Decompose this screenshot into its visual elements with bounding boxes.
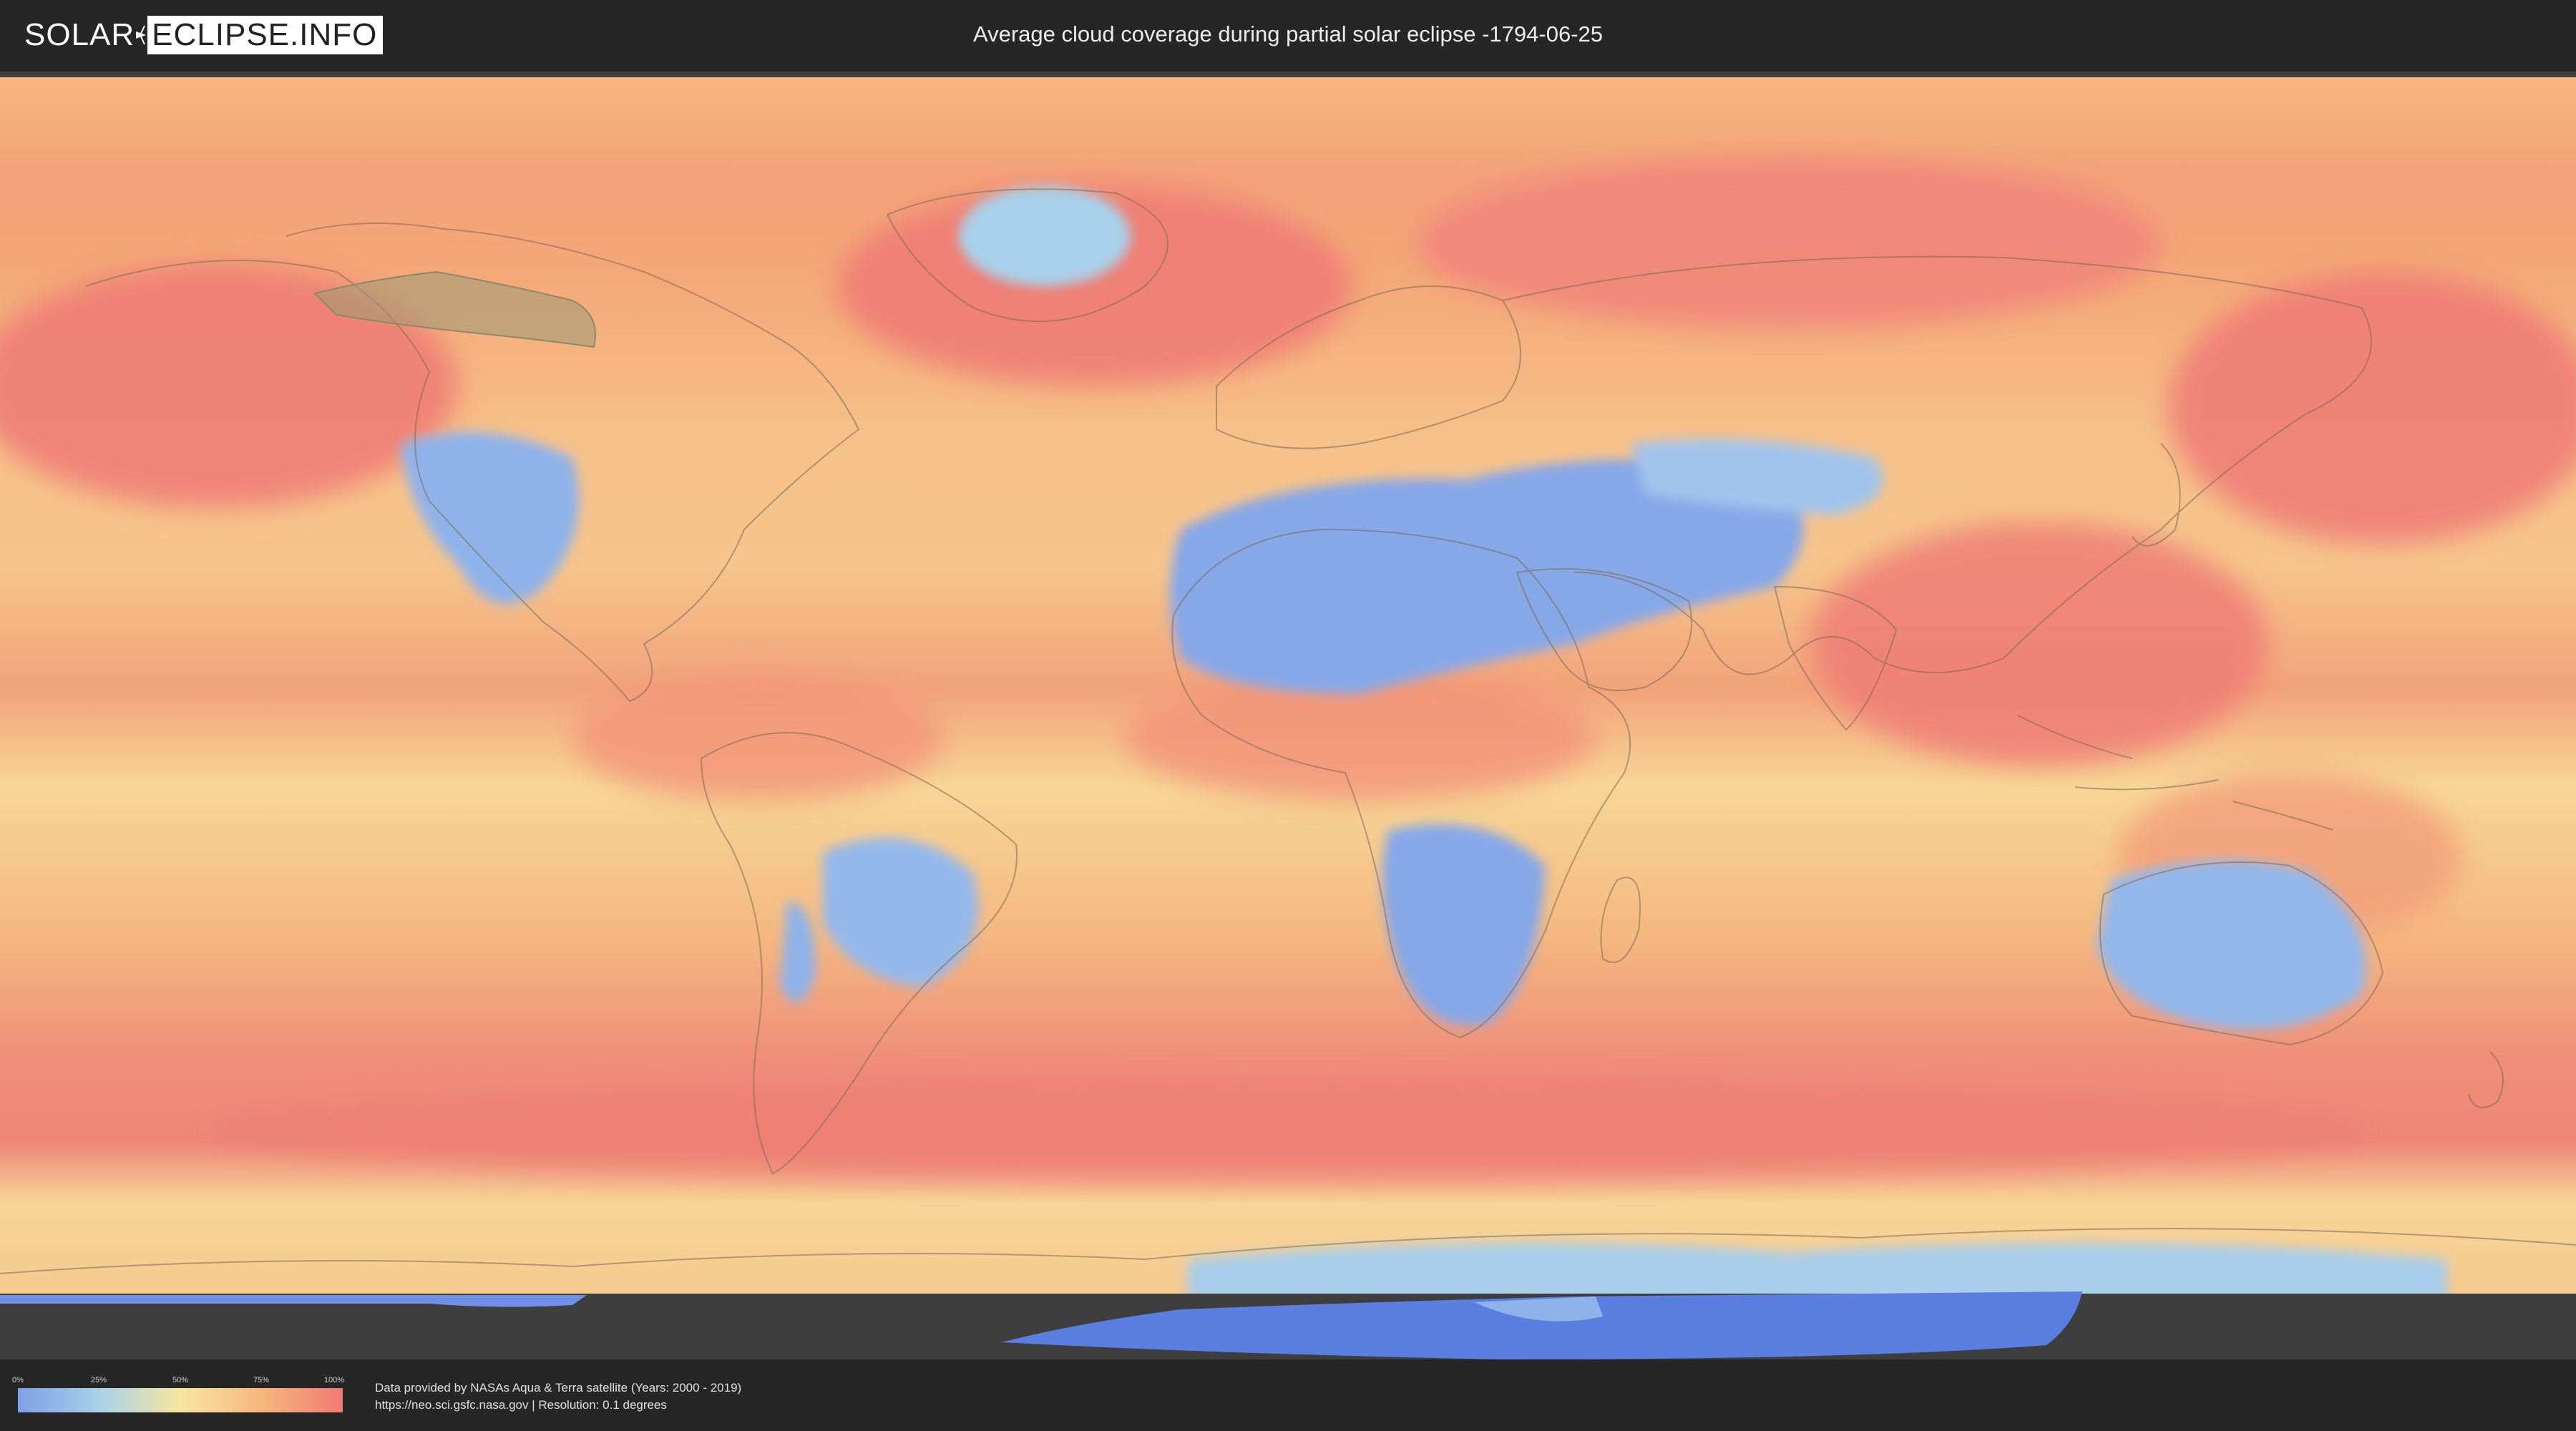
header-bar: SOLAR ECLIPSE.INFO Average cloud coverag… xyxy=(0,0,2576,72)
legend-tick: 100% xyxy=(323,1376,345,1384)
data-credits: Data provided by NASAs Aqua & Terra sate… xyxy=(375,1379,741,1414)
footer-bar: 0% 25% 50% 75% 100% Data provided by NAS… xyxy=(0,1359,2576,1431)
legend-tick: 0% xyxy=(12,1376,24,1384)
credits-source: Data provided by NASAs Aqua & Terra sate… xyxy=(375,1381,742,1395)
world-map xyxy=(0,77,2576,1359)
legend-tick: 50% xyxy=(172,1376,189,1384)
legend-tick: 75% xyxy=(253,1376,270,1384)
page-title: Average cloud coverage during partial so… xyxy=(972,21,1604,47)
legend-tick: 25% xyxy=(90,1376,107,1384)
cloud-coverage-map xyxy=(0,72,2576,1359)
credits-url[interactable]: https://neo.sci.gsfc.nasa.gov | Resoluti… xyxy=(375,1397,741,1414)
legend-color-bar xyxy=(18,1388,343,1412)
color-scale-legend: 0% 25% 50% 75% 100% xyxy=(12,1375,345,1415)
